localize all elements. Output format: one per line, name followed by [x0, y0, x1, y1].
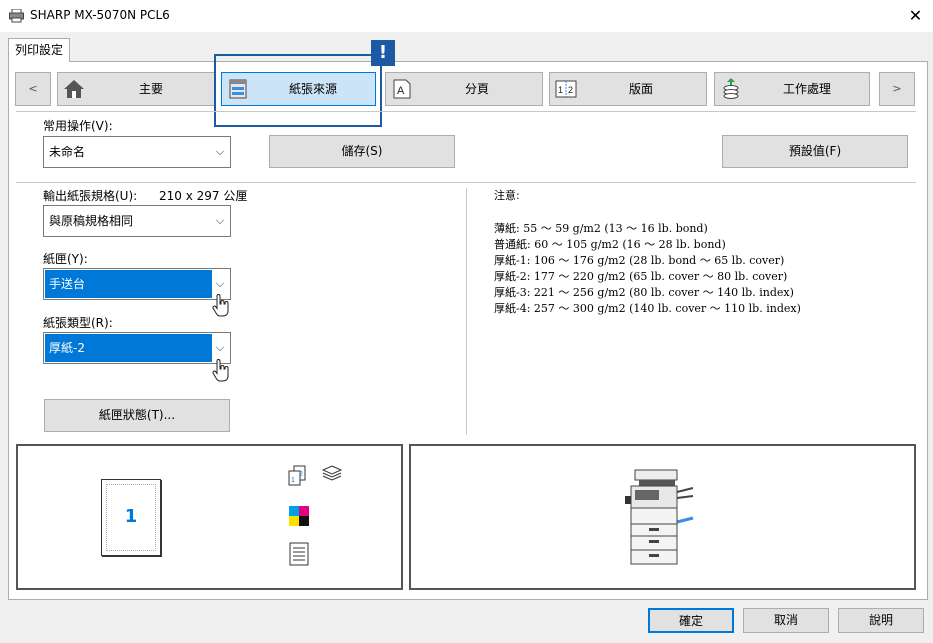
window-title: SHARP MX-5070N PCL6: [30, 8, 170, 22]
page-preview-panel: 1 1 2: [16, 444, 403, 590]
hand-pointer-icon: [212, 359, 229, 382]
divider: [16, 111, 916, 112]
close-button[interactable]: ✕: [898, 0, 933, 32]
output-size-value: 與原稿規格相同: [49, 214, 134, 228]
note-line: 普通紙: 60 ～ 105 g/m2 (16 ～ 28 lb. bond): [494, 238, 726, 251]
note-line: 厚紙-4: 257 ～ 300 g/m2 (140 lb. cover ～ 11…: [494, 302, 801, 315]
job-stack-icon: [723, 78, 739, 99]
favorites-select[interactable]: 未命名 ⌵: [43, 136, 231, 168]
toolbar-job-handling-label: 工作處理: [783, 82, 832, 96]
vertical-divider: [466, 188, 467, 435]
chevron-left-icon: <: [28, 82, 38, 95]
chevron-right-icon: >: [892, 82, 902, 95]
toolbar-job-handling-button[interactable]: 工作處理: [714, 72, 870, 106]
favorites-value: 未命名: [49, 145, 86, 159]
favorites-label: 常用操作(V):: [43, 119, 113, 133]
tray-status-button[interactable]: 紙匣狀態(T)...: [44, 399, 230, 432]
tab-print-settings[interactable]: 列印設定: [8, 38, 70, 62]
note-line: 厚紙-2: 177 ～ 220 g/m2 (65 lb. cover ～ 80 …: [494, 270, 788, 283]
chevron-down-icon: ⌵: [215, 214, 225, 227]
defaults-button[interactable]: 預設值(F): [722, 135, 908, 168]
svg-text:2: 2: [568, 85, 573, 95]
paper-tray-value: 手送台: [49, 277, 86, 291]
toolbar-prev-button[interactable]: <: [15, 72, 51, 106]
toolbar-finishing-label: 分頁: [465, 82, 490, 96]
note-line: 厚紙-1: 106 ～ 176 g/m2 (28 lb. bond ～ 65 l…: [494, 254, 785, 267]
page-preview: 1: [101, 479, 161, 556]
collate-icon: 1 2: [288, 465, 306, 486]
notes-heading: 注意:: [494, 189, 520, 202]
svg-text:A: A: [397, 85, 405, 97]
toolbar-layout-label: 版面: [629, 82, 654, 96]
output-size-dimensions: 210 x 297 公厘: [159, 189, 248, 203]
text-document-icon: [289, 542, 309, 566]
note-line: 厚紙-3: 221 ～ 256 g/m2 (80 lb. cover ～ 140…: [494, 286, 794, 299]
focus-highlight: [214, 54, 382, 127]
page-layout-icon: 1 2: [555, 80, 577, 98]
help-button[interactable]: 說明: [838, 608, 924, 633]
home-icon: [64, 80, 84, 98]
alert-icon: !: [371, 40, 395, 66]
paper-tray-select[interactable]: 手送台 ⌵: [43, 268, 231, 300]
divider: [16, 182, 916, 183]
cancel-button[interactable]: 取消: [743, 608, 829, 633]
toolbar-finishing-button[interactable]: A 分頁: [385, 72, 543, 106]
paper-tray-label: 紙匣(Y):: [43, 252, 88, 266]
svg-text:1: 1: [558, 85, 563, 95]
chevron-down-icon: ⌵: [215, 145, 225, 158]
toolbar-layout-button[interactable]: 1 2 版面: [549, 72, 707, 106]
output-size-select[interactable]: 與原稿規格相同 ⌵: [43, 205, 231, 237]
note-line: 薄紙: 55 ～ 59 g/m2 (13 ～ 16 lb. bond): [494, 222, 708, 235]
ok-button[interactable]: 確定: [648, 608, 734, 633]
toolbar-next-button[interactable]: >: [879, 72, 915, 106]
paper-stack-icon: [321, 465, 343, 481]
toolbar-main-label: 主要: [139, 82, 164, 96]
paper-type-select[interactable]: 厚紙-2 ⌵: [43, 332, 231, 364]
svg-text:1: 1: [291, 477, 295, 484]
paper-type-value: 厚紙-2: [49, 341, 85, 355]
toolbar-main-button[interactable]: 主要: [57, 72, 215, 106]
document-icon: A: [393, 79, 411, 99]
color-mode-icon: [289, 506, 309, 526]
printer-machine-icon: [625, 469, 694, 565]
paper-type-label: 紙張類型(R):: [43, 316, 113, 330]
printer-icon: [9, 9, 24, 23]
output-size-label: 輸出紙張規格(U):: [43, 189, 138, 203]
hand-pointer-icon: [212, 294, 229, 317]
printer-preview-panel: [409, 444, 916, 590]
save-button[interactable]: 儲存(S): [269, 135, 455, 168]
svg-text:2: 2: [299, 471, 303, 478]
page-number: 1: [124, 506, 138, 527]
